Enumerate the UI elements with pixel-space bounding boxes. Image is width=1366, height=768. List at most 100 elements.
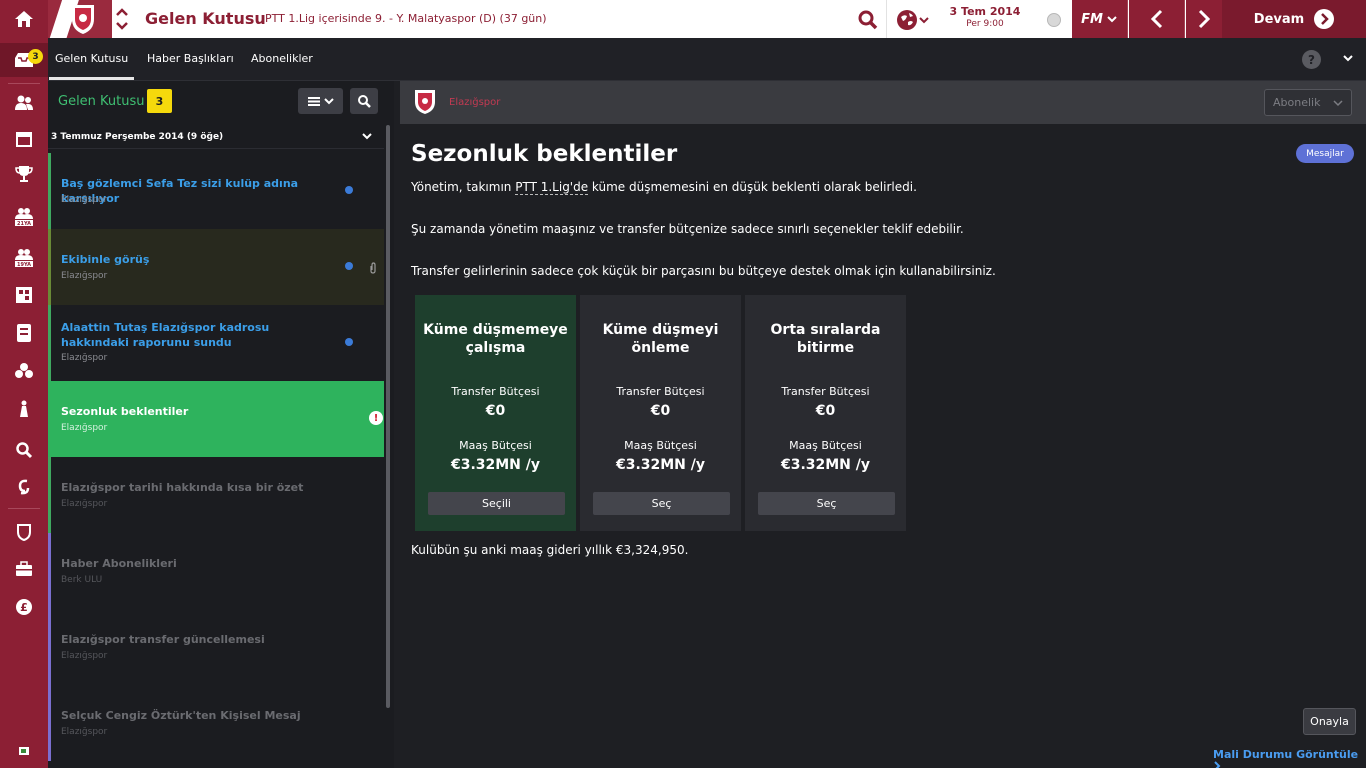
select-button[interactable]: Seç [593, 492, 730, 515]
message-title: Alaattin Tutaş Elazığspor kadrosu hakkın… [61, 321, 270, 349]
messages-button[interactable]: Mesajlar [1296, 144, 1354, 163]
youth-icon: 21YA [15, 208, 33, 227]
transfer-budget-label: Transfer Bütçesi [781, 385, 870, 398]
chevron-down-icon[interactable] [1342, 52, 1354, 64]
sidebar-item-club-info[interactable] [0, 515, 48, 549]
search-icon[interactable] [855, 7, 881, 33]
sidebar-item-medical[interactable] [0, 392, 48, 426]
message-sender: Elazığspor [61, 727, 108, 737]
unread-dot [345, 338, 353, 346]
chevron-down-icon [323, 98, 334, 105]
message-title: Haber Abonelikleri [61, 557, 177, 570]
budget-option-card: Küme düşmemeye çalışma Transfer Bütçesi … [415, 295, 576, 531]
subscription-dropdown[interactable]: Abonelik [1264, 89, 1352, 116]
sidebar-item-u19[interactable]: 19YA [0, 241, 48, 275]
wage-budget-label: Maaş Bütçesi [624, 439, 697, 452]
club-crest-button[interactable] [48, 0, 112, 38]
inbox-message[interactable]: Elazığspor tarihi hakkında kısa bir özet… [48, 457, 384, 533]
inbox-search-button[interactable] [350, 88, 378, 114]
league-link[interactable]: PTT 1.Lig'de [515, 180, 589, 195]
inbox-message[interactable]: Ekibinle görüş Elazığspor [48, 229, 384, 305]
inbox-message[interactable]: Elazığspor transfer güncellemesi Elazığs… [48, 609, 384, 685]
selected-button[interactable]: Seçili [428, 492, 565, 515]
tab-inbox[interactable]: Gelen Kutusu [48, 52, 135, 80]
warning-icon: ! [369, 411, 383, 425]
sender-club[interactable]: Elazığspor [449, 97, 500, 108]
game-date: 3 Tem 2014 Per 9:00 [945, 6, 1025, 30]
paperclip-icon [370, 262, 376, 274]
approve-button[interactable]: Onayla [1303, 708, 1356, 735]
paragraph-text: Yönetim, takımın [411, 180, 516, 194]
wage-budget-value: €3.32MN /y [780, 457, 871, 473]
inbox-message-selected[interactable]: Sezonluk beklentiler Elazığspor ! [48, 381, 384, 457]
continue-label: Devam [1253, 11, 1305, 27]
inbox-message[interactable]: Alaattin Tutaş Elazığspor kadrosu hakkın… [48, 305, 384, 381]
tab-subscriptions[interactable]: Abonelikler [251, 52, 313, 65]
app-window: Gelen Kutusu PTT 1.Lig içerisinde 9. - Y… [0, 0, 1366, 768]
pound-icon: £ [16, 599, 32, 615]
trophy-icon [15, 166, 33, 182]
shield-icon [17, 524, 31, 541]
date-group-header[interactable]: 3 Temmuz Perşembe 2014 (9 öğe) [48, 127, 384, 149]
select-button[interactable]: Seç [758, 492, 895, 515]
date-group-label: 3 Temmuz Perşembe 2014 (9 öğe) [51, 132, 224, 142]
view-finances-link[interactable]: Mali Durumu Görüntüle [1213, 748, 1366, 768]
world-button[interactable] [896, 8, 936, 32]
budget-option-card: Orta sıralarda bitirme Transfer Bütçesi … [745, 295, 906, 531]
option-title: Küme düşmemeye çalışma [423, 322, 568, 356]
transfer-budget-value: €0 [650, 403, 671, 419]
message-paragraph: Yönetim, takımın PTT 1.Lig'de küme düşme… [411, 180, 917, 195]
chevron-left-icon [1150, 9, 1162, 29]
fm-menu-button[interactable]: FM [1072, 0, 1128, 38]
sidebar-item-training[interactable] [0, 354, 48, 388]
home-button[interactable] [0, 0, 48, 38]
sidebar-item-inbox[interactable]: 3 [0, 43, 48, 77]
wage-budget-value: €3.32MN /y [450, 457, 541, 473]
inbox-count-badge: 3 [147, 89, 172, 113]
tab-news[interactable]: Haber Başlıkları [147, 52, 234, 65]
search-icon [358, 95, 371, 108]
tactics-icon [16, 287, 32, 303]
wage-note: Kulübün şu anki maaş gideri yıllık €3,32… [411, 543, 689, 557]
wage-budget-label: Maaş Bütçesi [789, 439, 862, 452]
continue-button[interactable]: Devam [1222, 0, 1366, 38]
medical-icon [20, 400, 28, 417]
sidebar-item-transfers[interactable] [0, 470, 48, 504]
inbox-scrollbar[interactable] [386, 125, 390, 708]
back-button[interactable] [1129, 0, 1185, 38]
transfer-budget-value: €0 [485, 403, 506, 419]
sidebar-item-youth[interactable]: 21YA [0, 200, 48, 234]
league-status: PTT 1.Lig içerisinde 9. - Y. Malatyaspor… [265, 12, 547, 25]
sidebar-item-tactics[interactable] [0, 278, 48, 312]
transfer-budget-value: €0 [815, 403, 836, 419]
help-icon[interactable]: ? [1302, 50, 1321, 69]
chevron-down-icon [362, 133, 372, 140]
inbox-message[interactable]: Haber Abonelikleri Berk ULU [48, 533, 384, 609]
chevron-right-circle-icon [1314, 9, 1335, 29]
message-paragraph: Transfer gelirlerinin sadece çok küçük b… [411, 264, 996, 278]
day-time-label: Per 9:00 [966, 19, 1004, 29]
inbox-title: Gelen Kutusu [58, 94, 145, 109]
inbox-badge: 3 [28, 49, 43, 64]
filter-menu-button[interactable] [298, 88, 343, 114]
sidebar-item-reports[interactable] [0, 316, 48, 350]
transfer-budget-label: Transfer Bütçesi [451, 385, 540, 398]
sidebar-item-exit[interactable] [0, 734, 48, 768]
inbox-message[interactable]: Baş gözlemci Sefa Tez sizi kulüp adına k… [48, 153, 384, 229]
inbox-message[interactable]: Selçuk Cengiz Öztürk'ten Kişisel Mesaj E… [48, 685, 384, 761]
sidebar-item-competitions[interactable] [0, 157, 48, 191]
sidebar-item-finances[interactable]: £ [0, 590, 48, 624]
message-sender: Elazığspor [61, 195, 108, 205]
forward-button[interactable] [1186, 0, 1222, 38]
message-detail-panel: Elazığspor Abonelik Sezonluk beklentiler… [400, 81, 1366, 768]
message-sender: Elazığspor [61, 499, 108, 509]
sidebar-item-staff[interactable] [0, 552, 48, 586]
sidebar-item-squad[interactable] [0, 86, 48, 120]
page-title: Gelen Kutusu [145, 9, 266, 28]
sidebar-item-schedule[interactable] [0, 122, 48, 156]
sidebar-item-scouting[interactable] [0, 433, 48, 467]
paragraph-text: küme düşmemesini en düşük beklenti olara… [588, 180, 917, 194]
switch-arrows-icon[interactable] [114, 4, 130, 34]
wage-budget-label: Maaş Bütçesi [459, 439, 532, 452]
transfer-icon [18, 479, 30, 495]
